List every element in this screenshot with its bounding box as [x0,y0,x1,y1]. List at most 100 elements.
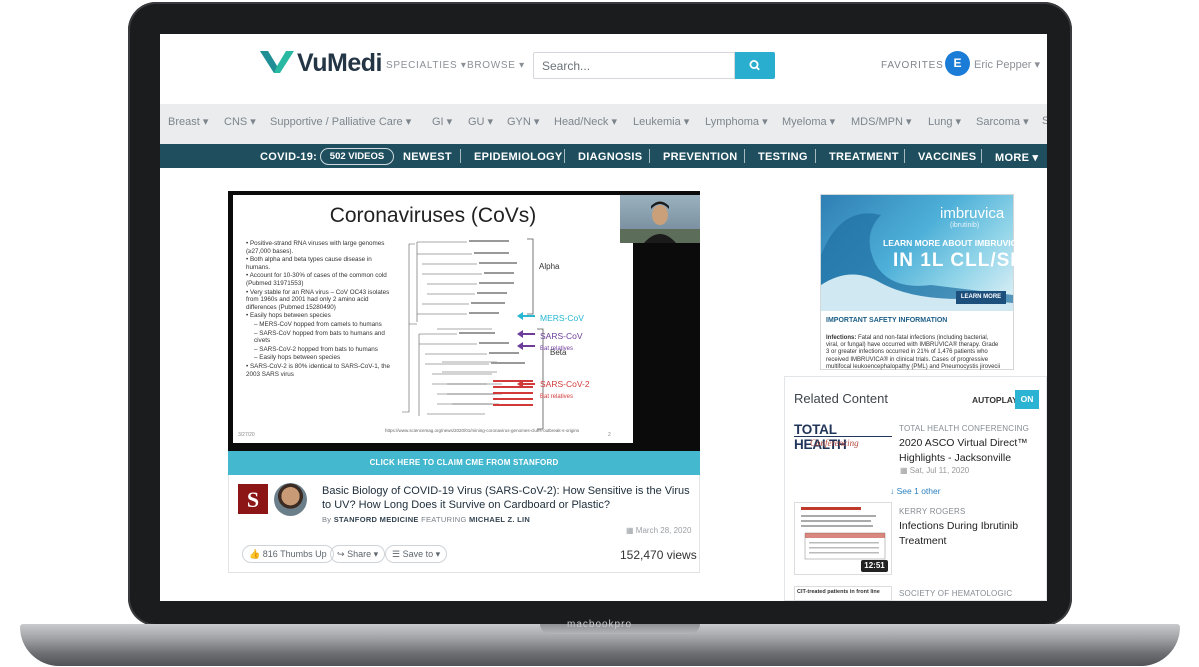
search-button[interactable] [735,52,775,79]
covid-tab-prevention[interactable]: PREVENTION [663,151,738,163]
slide-bullet: • Both alpha and beta types cause diseas… [246,256,372,271]
logo-underline [794,436,892,437]
specialty-more[interactable]: S [1042,115,1047,127]
arrow-icons [517,312,535,388]
covid-tab-epidemiology[interactable]: EPIDEMIOLOGY [474,151,563,163]
specialty-lung[interactable]: Lung ▾ [928,115,961,128]
related-item-source[interactable]: SOCIETY OF HEMATOLOGIC [899,589,1012,598]
save-to-button[interactable]: ☰ Save to ▾ [385,545,448,563]
related-item-title[interactable]: 2020 ASCO Virtual Direct™ Highlights - J… [899,436,1039,466]
slide-bullet: • SARS-CoV-2 is 80% identical to SARS-Co… [246,362,390,378]
list-icon: ☰ [392,549,401,559]
ad-indication: IN 1L CLL/SLL [893,250,1036,271]
autoplay-label: AUTOPLAY [972,395,1018,405]
video-byline: By STANFORD MEDICINE FEATURING MICHAEL Z… [322,515,531,524]
specialty-gu[interactable]: GU ▾ [468,115,493,128]
video-date: ▦ March 28, 2020 [626,526,692,535]
covid-tab-more[interactable]: MORE ▾ [995,151,1038,164]
covid-tab-testing[interactable]: TESTING [758,151,808,163]
specialties-menu[interactable]: SPECIALTIES ▾ [386,60,467,71]
browse-menu[interactable]: BROWSE ▾ [467,60,525,71]
video-speaker-link[interactable]: MICHAEL Z. LIN [469,515,530,524]
specialty-mdsmpn[interactable]: MDS/MPN ▾ [851,115,912,128]
user-menu[interactable]: Eric Pepper ▾ [974,58,1040,71]
divider [564,149,565,163]
specialty-cns[interactable]: CNS ▾ [224,115,256,128]
slide-subbullet: – MERS-CoV hopped from camels to humans [254,320,382,328]
specialty-headneck[interactable]: Head/Neck ▾ [554,115,617,128]
divider [460,149,461,163]
claim-cme-button[interactable]: CLICK HERE TO CLAIM CME FROM STANFORD [228,451,700,475]
user-avatar[interactable]: E [945,51,970,76]
covid-videos-badge[interactable]: 502 VIDEOS [320,148,394,165]
slide-date: 3/27/20 [238,432,255,438]
covid-tab-treatment[interactable]: TREATMENT [829,151,899,163]
sars-arrow-icon [517,330,535,338]
specialty-myeloma[interactable]: Myeloma ▾ [782,115,835,128]
related-item-source[interactable]: KERRY ROGERS [899,507,966,516]
bat-arrow-icon [517,342,535,350]
share-button[interactable]: ↪ Share ▾ [330,545,386,563]
arrow-down-icon: ↓ [890,486,895,496]
vumedi-logo-icon[interactable] [260,51,294,73]
device-label: macbookpro [566,619,633,630]
slide-bullet: • Positive-strand RNA viruses with large… [246,240,385,255]
stanford-logo[interactable]: S [238,484,268,514]
covid-tab-vaccines[interactable]: VACCINES [918,151,976,163]
specialty-lymphoma[interactable]: Lymphoma ▾ [705,115,768,128]
ad-isi-text: Infections: Fatal and non-fatal infectio… [826,335,1001,370]
slide-bullet: • Easily hops between species [246,312,331,320]
slide-bullet: • Very stable for an RNA virus – CoV OC4… [246,288,390,311]
autoplay-toggle[interactable]: ON [1015,390,1039,409]
speaker-avatar[interactable] [274,483,307,516]
specialty-gyn[interactable]: GYN ▾ [507,115,539,128]
slide-bullets: • Positive-strand RNA viruses with large… [246,240,396,379]
specialty-supportive[interactable]: Supportive / Palliative Care ▾ [270,115,411,128]
favorites-link[interactable]: FAVORITES [881,60,944,71]
mers-arrow-icon [517,312,535,320]
browser-screen: VuMedi SPECIALTIES ▾ BROWSE ▾ Search... … [160,34,1047,601]
related-thumbnail[interactable]: CIT-treated patients in front line [794,586,892,601]
total-health-logo-sub: Conferencing [810,438,859,448]
specialty-leukemia[interactable]: Leukemia ▾ [633,115,689,128]
search-input[interactable]: Search... [533,52,735,79]
slide-title: Coronaviruses (CoVs) [329,204,537,227]
slide-bullet: • Account for 10-30% of cases of the com… [246,272,387,287]
related-item-title[interactable]: Infections During Ibrutinib Treatment [899,519,1039,549]
covid-label: COVID-19: [260,151,318,163]
specialty-sarcoma[interactable]: Sarcoma ▾ [976,115,1029,128]
tree-label-bat-relatives: Bat relatives [540,346,574,352]
speaker-silhouette-icon [620,201,700,243]
thumbs-up-button[interactable]: 👍 816 Thumbs Up [242,545,334,563]
slide-subbullet: – Easily hops between species [254,354,341,362]
search-icon [749,59,760,71]
slide-subbullet: – SARS-CoV hopped from bats to humans an… [254,329,385,345]
video-title[interactable]: Basic Biology of COVID-19 Virus (SARS-Co… [322,485,696,512]
ad-headline: LEARN MORE ABOUT IMBRUVICA® [883,238,1030,248]
tree-label-bat-relatives-2: Bat relatives [540,394,574,400]
tree-label-alpha: Alpha [539,262,560,271]
ad-brand-sub: (ibrutinib) [950,222,980,229]
related-title: Related Content [794,391,888,406]
covid-tab-newest[interactable]: NEWEST [403,151,452,163]
slide-subbullet: – SARS-CoV-2 hopped from bats to humans [254,345,378,353]
specialty-gi[interactable]: GI ▾ [432,115,452,128]
ad-learn-more-button[interactable]: LEARN MORE [956,291,1006,304]
video-source-link[interactable]: STANFORD MEDICINE [334,515,419,524]
tree-label-sars: SARS-CoV [540,331,583,341]
tree-label-sars2: SARS-CoV-2 [540,379,590,389]
vumedi-logo-text[interactable]: VuMedi [297,49,382,78]
divider [815,149,816,163]
divider [981,149,982,163]
see-more-link[interactable]: ↓ See 1 other [890,486,941,496]
sars2-arrow-icon [517,380,535,388]
tree-label-mers: MERS-CoV [540,313,584,323]
stanford-s-icon: S [247,487,259,512]
svg-text:S: S [247,487,259,512]
covid-tab-diagnosis[interactable]: DIAGNOSIS [578,151,642,163]
chevron-down-icon: ▾ [1034,59,1041,71]
calendar-icon: ▦ [900,466,908,475]
ad-brand: imbruvica [940,205,1005,222]
specialty-breast[interactable]: Breast ▾ [168,115,208,128]
related-item-source[interactable]: TOTAL HEALTH CONFERENCING [899,424,1029,433]
